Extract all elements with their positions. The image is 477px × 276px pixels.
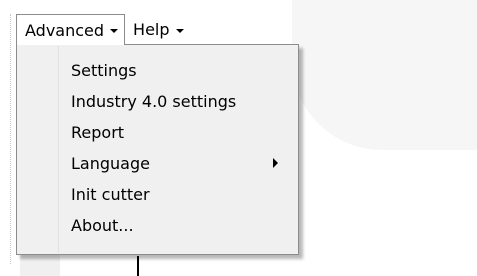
advanced-dropdown-menu: Settings Industry 4.0 settings Report La… [16, 44, 299, 255]
menu-item-label: Settings [71, 60, 137, 80]
chevron-down-icon [110, 29, 119, 33]
window-edge-divider [10, 14, 11, 264]
menu-item-label: Report [71, 122, 125, 142]
menu-icon-column [18, 46, 59, 253]
menu-item-label: Init cutter [71, 184, 150, 204]
menu-item-label: Industry 4.0 settings [71, 91, 237, 111]
menu-item-report[interactable]: Report [71, 117, 288, 147]
menu-item-label: About... [71, 215, 134, 235]
chevron-right-icon [273, 158, 278, 168]
menu-bar: Advanced Help [16, 14, 190, 46]
background-shape [292, 0, 477, 150]
menu-item-industry-settings[interactable]: Industry 4.0 settings [71, 86, 288, 116]
menu-item-settings[interactable]: Settings [71, 55, 288, 85]
menu-item-language[interactable]: Language [71, 148, 288, 178]
menu-help[interactable]: Help [125, 14, 189, 45]
menu-advanced[interactable]: Advanced [16, 14, 126, 45]
menu-item-about[interactable]: About... [71, 210, 288, 240]
menu-item-label: Language [71, 153, 150, 173]
chevron-down-icon [175, 28, 184, 33]
application-window: Advanced Help Settings Industry 4.0 sett… [0, 0, 477, 276]
menu-help-label: Help [133, 20, 170, 39]
vertical-line [137, 256, 139, 276]
menu-item-init-cutter[interactable]: Init cutter [71, 179, 288, 209]
menu-advanced-label: Advanced [25, 20, 105, 40]
